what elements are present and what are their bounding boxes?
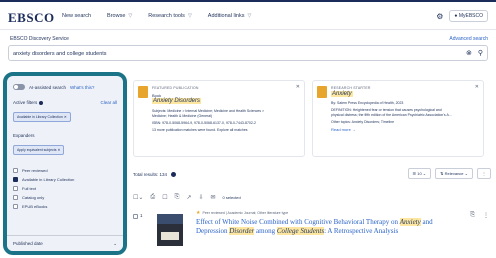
share-icon[interactable]: ↗ [186,194,191,201]
research-starter-card: RESEARCH STARTER ✕ Anxiety By: Salem Pre… [312,80,484,157]
ai-search-label: AI-assisted search [29,84,67,90]
card-subjects-cont: Medicine; Health & Medicine (General) [152,114,213,118]
gear-icon[interactable]: ⚙ [436,12,443,21]
close-icon[interactable]: ✕ [64,115,67,119]
chevron-down-icon: ▽ [128,13,133,19]
search-box: ⊗ ⚲ [8,45,488,61]
filter-panel: AI-assisted search What's this? Active f… [3,72,127,255]
card-other-topics: Other topics: Anxiety Disorders; Timelin… [331,120,395,124]
result-actions: ⎘ ⋮ [470,212,489,219]
nav-research-tools[interactable]: Research tools ▽ [148,13,192,19]
limiter-peer-reviewed[interactable]: Peer reviewed [13,166,117,175]
clear-all-link[interactable]: Clear all [100,100,117,105]
result-checkbox[interactable] [133,214,138,219]
per-page-select[interactable]: ☰ 10 ⌄ [407,168,432,179]
checkbox-checked[interactable] [13,177,18,182]
bookmark-icon[interactable]: ⎘ [470,212,475,219]
card-isbn: ISBN: 978-0-5068-5964-9, 978-0-5068-6137… [152,121,256,125]
header-actions: ⚙ ● MyEBSCO [436,10,488,22]
close-icon[interactable]: ✕ [475,84,479,90]
advanced-search-link[interactable]: Advanced search [449,36,488,42]
published-date-filter[interactable]: Published date ⌄ [7,235,123,251]
info-icon[interactable] [39,100,44,105]
myebsco-button[interactable]: ● MyEBSCO [449,10,488,22]
top-accent-bar [0,0,496,2]
publication-icon [138,86,148,98]
top-bar: EBSCO New search Browse ▽ Research tools ▽… [0,0,496,30]
card-heading[interactable]: Anxiety [331,91,353,97]
result-number: 1 [140,213,143,218]
ebsco-logo[interactable]: EBSCO [8,10,55,26]
download-icon[interactable]: ⇩ [198,194,203,201]
service-name: EBSCO Discovery Service [10,36,69,42]
ai-search-row: AI-assisted search What's this? [13,82,117,92]
card-tag: FEATURED PUBLICATION [152,86,199,90]
star-icon: ★ [196,210,201,216]
expanders-title: Expanders [13,133,35,138]
chevron-down-icon: ⌄ [113,241,117,246]
chevron-down-icon: ▽ [247,13,252,19]
active-filter-chip[interactable]: Available in Library Collection ✕ [13,112,71,122]
top-nav: New search Browse ▽ Research tools ▽ Addit… [62,13,251,19]
nav-browse[interactable]: Browse ▽ [107,13,132,19]
bookmark-icon[interactable]: ⎘ [175,194,180,201]
card-heading[interactable]: Anxiety Disorders [152,98,202,104]
sort-select[interactable]: ⇅ Relevance ⌄ [435,168,473,179]
limiter-full-text[interactable]: Full text [13,184,117,193]
results-controls: ☰ 10 ⌄ ⇅ Relevance ⌄ ⋮ [407,168,491,179]
results-toolbar: ☐⌄ ⎙ ☐ ⎘ ↗ ⇩ ✉ 0 selected [133,194,241,201]
save-icon[interactable]: ☐ [162,194,167,201]
ai-search-toggle[interactable] [13,84,25,90]
result-meta: ★ Peer reviewed | Academic Journal; Othe… [196,210,289,216]
checkbox[interactable] [13,168,18,173]
selected-count: 0 selected [222,195,241,200]
search-icon[interactable]: ⚲ [478,49,483,57]
card-subjects: Subjects: Medicine > Internal Medicine; … [152,109,265,113]
clear-icon[interactable]: ⊗ [466,49,472,57]
expander-chip[interactable]: Apply equivalent subjects ✕ [13,145,65,155]
card-definition: DEFINITION: Heightened fear or tension t… [331,108,442,112]
read-more-link[interactable]: Read more → [331,127,356,132]
limiter-list: Peer reviewed Available in Library Colle… [13,166,117,211]
select-all-checkbox[interactable]: ☐⌄ [133,194,143,201]
limiter-epub[interactable]: EPUB eBooks [13,202,117,211]
info-icon[interactable] [171,171,177,177]
more-icon[interactable]: ⋮ [483,212,489,219]
results-bar: Total results: 134 ☰ 10 ⌄ ⇅ Relevance ⌄ … [133,168,491,180]
card-definition-cont: physical distress; the fifth edition of … [331,113,452,117]
checkbox[interactable] [13,186,18,191]
more-icon[interactable]: ⋮ [477,168,491,179]
card-tag: RESEARCH STARTER [331,86,371,90]
active-filters-title: Active filters [13,100,38,105]
nav-additional-links[interactable]: Additional links ▽ [208,13,252,19]
email-icon[interactable]: ✉ [210,194,215,201]
total-results: Total results: 134 [133,171,168,177]
search-box-actions: ⊗ ⚲ [466,49,483,57]
close-icon[interactable]: ✕ [57,148,60,152]
cite-icon[interactable]: ⎙ [150,194,155,201]
chevron-down-icon: ▽ [187,13,192,19]
result-thumbnail[interactable] [157,214,183,246]
close-icon[interactable]: ✕ [296,84,300,90]
active-filters-header: Active filters Clear all [13,100,117,105]
card-more-matches[interactable]: 13 more publication matches were found. … [152,128,248,132]
limiter-library-collection[interactable]: Available in Library Collection [13,175,117,184]
checkbox[interactable] [13,204,18,209]
limiter-catalog-only[interactable]: Catalog only [13,193,117,202]
research-starter-icon [317,86,327,98]
whats-this-link[interactable]: What's this? [70,85,94,90]
featured-publication-card: FEATURED PUBLICATION ✕ Book Anxiety Diso… [133,80,305,157]
result-item: 1 ★ Peer reviewed | Academic Journal; Ot… [133,210,491,258]
nav-new-search[interactable]: New search [62,13,91,19]
checkbox[interactable] [13,195,18,200]
card-author: By: Salem Press Encyclopedia of Health, … [331,101,404,105]
search-input[interactable] [13,48,443,59]
result-title[interactable]: Effect of White Noise Combined with Cogn… [196,218,442,236]
